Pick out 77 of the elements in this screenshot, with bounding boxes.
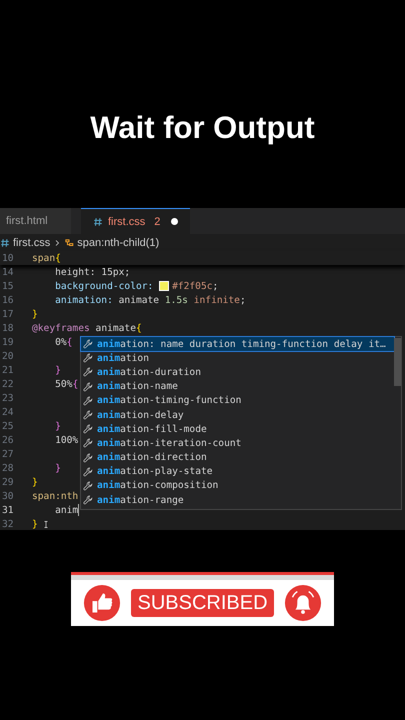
suggestion-item[interactable]: animation [81, 351, 394, 366]
suggestion-item[interactable]: animation-play-state [81, 464, 394, 479]
css-file-icon [93, 216, 103, 226]
line-number: 15 [1, 280, 15, 292]
suggestion-item[interactable]: animation-name [81, 380, 394, 394]
line-number: 16 [1, 294, 15, 306]
line-number: 24 [1, 406, 15, 418]
line-number: 25 [1, 420, 15, 432]
wrench-icon [83, 339, 93, 350]
code-line: background-color: #f2f05c; [54, 280, 218, 292]
chevron-icon [53, 238, 62, 246]
i-beam-cursor-icon [42, 518, 50, 530]
suggestion-item[interactable]: animation-direction [81, 450, 394, 465]
wrench-icon [83, 410, 93, 420]
wrench-icon [83, 382, 93, 392]
code-line: } [32, 308, 38, 320]
wrench-icon [83, 438, 93, 448]
code-line: } [32, 518, 38, 530]
suggestion-item[interactable]: animation-duration [81, 365, 394, 380]
bell-icon[interactable] [284, 584, 322, 622]
code-line: 100% [54, 434, 78, 446]
code-line: } [54, 420, 61, 432]
line-number: 17 [1, 308, 15, 320]
line-number: 29 [1, 476, 15, 488]
code-line: animation: animate 1.5s infinite; [54, 294, 246, 306]
unsaved-dot-icon [171, 218, 178, 225]
code-line: } [54, 364, 61, 376]
code-line: height: 15px; [54, 266, 130, 278]
wrench-icon [83, 353, 93, 364]
suggestion-item[interactable]: animation-fill-mode [81, 422, 394, 436]
wrench-icon [83, 495, 93, 506]
line-number: 14 [1, 266, 15, 278]
css-file-icon [0, 238, 10, 248]
subscribed-button[interactable]: SUBSCRIBED [131, 589, 274, 617]
editor-tab[interactable]: first.css 2 [81, 208, 190, 234]
code-line: @keyframes animate{ [32, 322, 142, 334]
line-number: 22 [1, 378, 15, 390]
video-heading: Wait for Output [89, 109, 316, 147]
code-line: 50%{ [54, 378, 78, 390]
code-line: span{ [32, 252, 61, 264]
text-cursor [78, 504, 80, 516]
thumbs-up-icon[interactable] [83, 584, 122, 622]
code-line: } [54, 462, 61, 474]
line-number: 20 [1, 350, 15, 362]
line-number: 19 [1, 336, 15, 348]
suggestion-item[interactable]: animation: name duration timing-function delay it… [81, 337, 394, 352]
editor-tab[interactable]: first.html [0, 208, 71, 234]
suggestion-item[interactable]: animation-timing-function [81, 394, 394, 408]
scrollbar-thumb[interactable] [394, 338, 401, 386]
structure-icon [64, 238, 74, 248]
code-line: 0%{ [54, 336, 72, 348]
code-line: anim [54, 504, 80, 516]
breadcrumb-item[interactable]: span:nth-child(1) [77, 236, 160, 248]
wrench-icon [83, 452, 93, 463]
line-number: 10 [1, 252, 15, 264]
line-number: 28 [1, 462, 15, 474]
line-number: 32 [1, 518, 15, 530]
wrench-icon [83, 396, 93, 406]
line-number: 23 [1, 392, 15, 404]
code-line: } [32, 476, 38, 488]
suggestion-item[interactable]: animation-iteration-count [81, 436, 394, 450]
line-number: 31 [1, 504, 15, 516]
wrench-icon [83, 466, 93, 477]
wrench-icon [83, 424, 93, 434]
line-number: 18 [1, 322, 15, 334]
line-number: 21 [1, 364, 15, 376]
breadcrumb-item[interactable]: first.css [13, 236, 50, 248]
line-number: 27 [1, 448, 15, 460]
suggestion-item[interactable]: animation-composition [81, 478, 394, 494]
suggestion-item[interactable]: animation-delay [81, 408, 394, 422]
code-line: span:nth [32, 490, 78, 502]
line-number: 30 [1, 490, 15, 502]
wrench-icon [83, 480, 93, 491]
suggestion-item[interactable]: animation-range [81, 493, 394, 508]
problem-count: 2 [154, 216, 160, 228]
line-number: 26 [1, 434, 15, 446]
wrench-icon [83, 367, 93, 378]
